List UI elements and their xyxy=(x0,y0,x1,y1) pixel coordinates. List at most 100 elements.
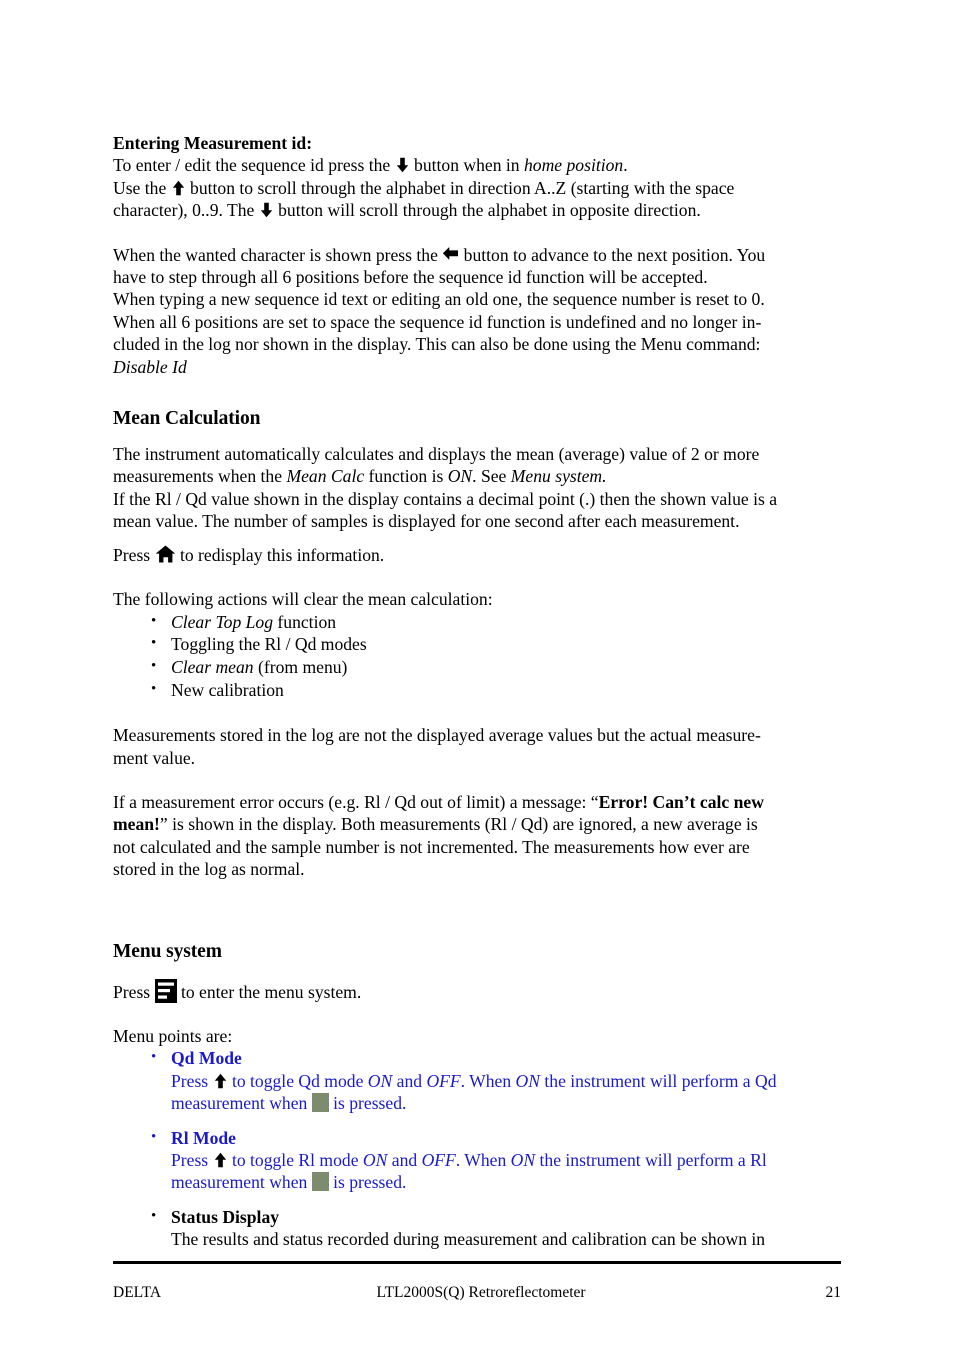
entering-id-line-2: Use the button to scroll through the alp… xyxy=(113,177,841,199)
sequence-steps-disable-id: Disable Id xyxy=(113,356,187,377)
menu-item-qd-mode[interactable]: Qd Mode Press to toggle Qd mode ON and O… xyxy=(151,1046,841,1115)
clear-item-0-italic: Clear Top Log xyxy=(171,611,274,632)
menu-item-status-display[interactable]: Status Display The results and status re… xyxy=(151,1205,841,1251)
mean-calc-press-text-b: to redisplay this information. xyxy=(175,544,385,565)
heading-menu-system: Menu system xyxy=(113,940,222,962)
menu-system-press-line: Press to enter the menu system. xyxy=(113,978,841,1003)
sequence-steps-line-4: When all 6 positions are set to space th… xyxy=(113,311,762,332)
menu-press-text-a: Press xyxy=(113,981,155,1002)
clear-item-1-rest: Toggling the Rl / Qd modes xyxy=(171,634,367,655)
down-arrow-icon xyxy=(259,202,274,218)
sequence-steps-line-1-text-b: button to advance to the next position. … xyxy=(459,244,766,265)
up-arrow-icon xyxy=(171,180,186,196)
heading-entering-measurement-id: Entering Measurement id: xyxy=(113,133,313,153)
footer-document-title: LTL2000S(Q) Retroreflectometer xyxy=(376,1284,586,1301)
entering-id-line-2-text-b: button to scroll through the alphabet in… xyxy=(185,177,735,198)
stored-measurements-paragraph: Measurements stored in the log are not t… xyxy=(113,724,841,769)
qd-state-on-1: ON xyxy=(367,1070,393,1091)
mean-calc-p1-line-2-c: . See xyxy=(472,466,511,487)
up-arrow-icon xyxy=(213,1152,228,1168)
rl-body-e: the instrument will perform a Rl xyxy=(535,1150,767,1170)
qd-body-e: the instrument will perform a Qd xyxy=(540,1070,777,1091)
mean-calc-press-text-a: Press xyxy=(113,544,155,565)
mean-calc-p1-line-2-b: function is xyxy=(364,466,448,487)
list-item: Clear Top Log function xyxy=(151,610,841,634)
measurement-error-paragraph: If a measurement error occurs (e.g. Rl /… xyxy=(113,791,841,881)
qd-body-b: to toggle Qd mode xyxy=(227,1070,368,1091)
sequence-steps-line-2: have to step through all 6 positions bef… xyxy=(113,267,708,288)
stored-line-2: ment value. xyxy=(113,747,196,768)
green-button-icon xyxy=(311,1093,329,1113)
rl-body-line2-a: measurement when xyxy=(171,1172,312,1193)
list-item: Toggling the Rl / Qd modes xyxy=(151,632,841,656)
rl-state-on-1: ON xyxy=(362,1150,388,1170)
sequence-steps-line-3: When typing a new sequence id text or ed… xyxy=(113,289,765,310)
rl-body-b: to toggle Rl mode xyxy=(227,1150,363,1170)
entering-id-line-1-text-a: To enter / edit the sequence id press th… xyxy=(113,155,395,176)
entering-id-line-1-text-b: button when in xyxy=(409,155,524,176)
menu-points-list: Qd Mode Press to toggle Qd mode ON and O… xyxy=(113,1046,841,1251)
sequence-steps-line-1-text-a: When the wanted character is shown press… xyxy=(113,244,443,265)
mean-calc-state-on: ON xyxy=(447,466,473,487)
error-line-2-text: ” is shown in the display. Both measurem… xyxy=(159,814,758,835)
qd-body-line2-a: measurement when xyxy=(171,1093,312,1114)
error-line-1: If a measurement error occurs (e.g. Rl /… xyxy=(113,791,841,813)
mean-calc-p1-line-2-a: measurements when the xyxy=(113,466,287,487)
error-message-part-1: Error! Can’t calc new xyxy=(598,791,764,812)
list-item: Clear mean (from menu) xyxy=(151,655,841,679)
clear-mean-actions-list: Clear Top Log function Toggling the Rl /… xyxy=(113,610,841,703)
menu-item-rl-mode-title: Rl Mode xyxy=(171,1127,236,1148)
document-page: Entering Measurement id: To enter / edit… xyxy=(113,132,841,1263)
clear-mean-intro: The following actions will clear the mea… xyxy=(113,589,493,610)
sequence-steps-line-5: cluded in the log nor shown in the displ… xyxy=(113,334,761,355)
menu-item-rl-mode[interactable]: Rl Mode Press to toggle Rl mode ON and O… xyxy=(151,1126,841,1194)
entering-id-line-3: character), 0..9. The button will scroll… xyxy=(113,199,841,221)
mean-calculation-body: The instrument automatically calculates … xyxy=(113,443,841,533)
mean-calc-press-home-line: Press to redisplay this information. xyxy=(113,544,841,566)
stored-line-1: Measurements stored in the log are not t… xyxy=(113,725,761,746)
up-arrow-icon xyxy=(213,1073,228,1089)
error-line-3: not calculated and the sample number is … xyxy=(113,836,750,857)
entering-id-line-1: To enter / edit the sequence id press th… xyxy=(113,154,841,176)
error-line-4: stored in the log as normal. xyxy=(113,859,305,880)
enter-arrow-icon xyxy=(442,246,459,263)
clear-item-2-rest: (from menu) xyxy=(253,657,348,678)
mean-calc-p1-line-4: mean value. The number of samples is dis… xyxy=(113,511,740,532)
menu-item-rl-mode-body: Press to toggle Rl mode ON and OFF. When… xyxy=(171,1149,841,1194)
mean-calc-p1-line-1: The instrument automatically calculates … xyxy=(113,444,760,465)
qd-state-on-2: ON xyxy=(515,1070,540,1091)
qd-state-off: OFF xyxy=(426,1070,461,1091)
entering-id-line-3-text-b: button will scroll through the alphabet … xyxy=(273,200,701,221)
rl-body-d: . When xyxy=(455,1150,511,1170)
list-item: New calibration xyxy=(151,678,841,702)
rl-body-a: Press xyxy=(171,1150,213,1170)
rl-body-c: and xyxy=(387,1150,422,1170)
menu-item-qd-mode-body: Press to toggle Qd mode ON and OFF. When… xyxy=(171,1070,841,1115)
entering-id-line-3-text-a: character), 0..9. The xyxy=(113,200,259,221)
section-sequence-steps: When the wanted character is shown press… xyxy=(113,244,841,378)
menu-list-icon xyxy=(154,978,177,1003)
error-message-part-2: mean! xyxy=(113,814,160,835)
section-entering-measurement-id: Entering Measurement id: To enter / edit… xyxy=(113,132,841,222)
error-line-2: mean!” is shown in the display. Both mea… xyxy=(113,813,841,835)
down-arrow-icon xyxy=(395,157,410,173)
mean-calc-function-name: Mean Calc xyxy=(286,466,365,487)
footer-divider xyxy=(113,1261,841,1264)
menu-points-intro: Menu points are: xyxy=(113,1025,233,1046)
clear-item-2-italic: Clear mean xyxy=(171,657,254,678)
footer-company: DELTA xyxy=(113,1284,162,1301)
page-footer: DELTA LTL2000S(Q) Retroreflectometer 21 xyxy=(113,1283,841,1303)
qd-body-a: Press xyxy=(171,1070,213,1091)
entering-id-home-position: home position xyxy=(524,155,624,176)
mean-calc-p1-line-3: If the Rl / Qd value shown in the displa… xyxy=(113,488,778,509)
heading-mean-calculation: Mean Calculation xyxy=(113,408,261,430)
entering-id-line-1-text-c: . xyxy=(623,155,628,176)
